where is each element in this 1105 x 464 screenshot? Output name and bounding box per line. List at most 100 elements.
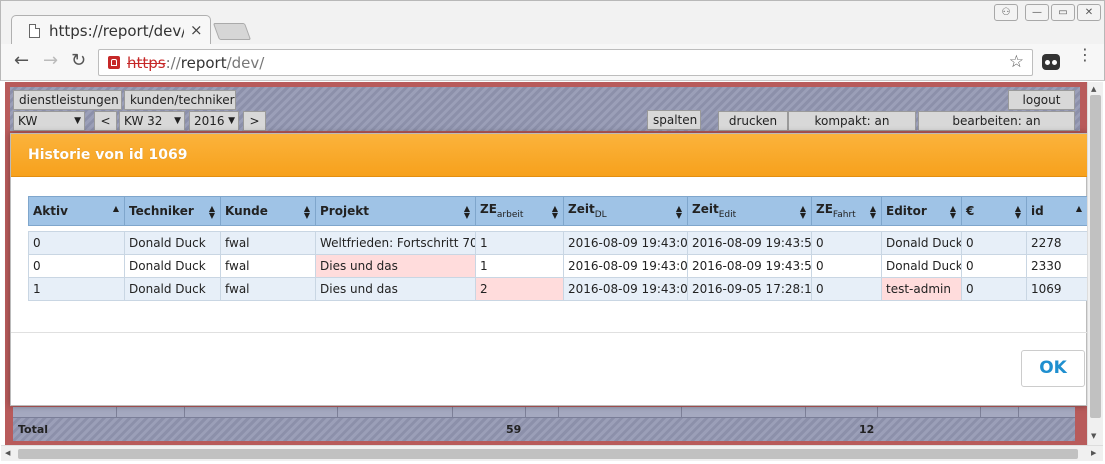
kunden-techniker-button[interactable]: kunden/techniker (124, 90, 236, 110)
year-value: 2016 (194, 114, 225, 128)
underlying-table-rows (13, 407, 1075, 441)
sort-icon: ▲ ▼ (1014, 204, 1021, 220)
browser-tabstrip: https://report/dev/ × ⚇ — ▭ ✕ (0, 0, 1105, 46)
cell-ze-arbeit: 1 (475, 231, 564, 255)
total-row: Total 59 12 (13, 417, 1075, 441)
table-row[interactable]: 1 Donald Duck fwal Dies und das 2 2016-0… (28, 277, 1088, 301)
browser-toolbar: ← → ↻ https://report/dev/ ☆ ⋮ (0, 44, 1105, 81)
column-header-zeit-dl[interactable]: ZeitDL ▲ ▼ (563, 196, 688, 226)
sort-icon: ▲ ▼ (799, 204, 806, 220)
cell-zeit-edit: 2016-09-05 17:28:11 (687, 277, 812, 301)
cell-projekt-changed: Dies und das (315, 254, 476, 278)
ok-button[interactable]: OK (1021, 350, 1085, 387)
cell-zeit-edit: 2016-08-09 19:43:57 (687, 231, 812, 255)
vertical-scroll-thumb[interactable] (1090, 95, 1101, 418)
cell-ze-fahrt: 0 (811, 231, 882, 255)
column-header-euro[interactable]: € ▲ ▼ (961, 196, 1027, 226)
table-row[interactable]: 0 Donald Duck fwal Weltfrieden: Fortschr… (28, 231, 1088, 255)
total-ze-fahrt: 12 (859, 423, 875, 436)
sort-icon: ▲ ▼ (949, 204, 956, 220)
close-tab-icon[interactable]: × (190, 21, 203, 39)
period-select[interactable]: KW ▼ (13, 111, 85, 131)
logout-button[interactable]: logout (1008, 90, 1075, 110)
url-separator: :// (165, 54, 181, 72)
week-value: KW 32 (124, 114, 163, 128)
scroll-down-icon[interactable]: ▼ (1091, 432, 1096, 440)
vertical-scrollbar[interactable]: ▲ ▼ (1087, 82, 1103, 445)
address-bar[interactable]: https://report/dev/ ☆ (98, 49, 1033, 76)
cell-techniker: Donald Duck (124, 231, 221, 255)
column-header-techniker[interactable]: Techniker ▲ ▼ (124, 196, 221, 226)
cell-ze-arbeit-changed: 2 (475, 277, 564, 301)
column-header-ze-arbeit[interactable]: ZEarbeit ▲ ▼ (475, 196, 564, 226)
cell-techniker: Donald Duck (124, 254, 221, 278)
column-header-projekt[interactable]: Projekt ▲ ▼ (315, 196, 476, 226)
column-header-zeit-edit[interactable]: ZeitEdit ▲ ▼ (687, 196, 812, 226)
tab-title: https://report/dev/ (49, 22, 184, 40)
spalten-button[interactable]: spalten (647, 110, 701, 130)
dialog-divider (11, 332, 1088, 333)
previous-week-button[interactable]: < (94, 111, 117, 131)
bearbeiten-toggle[interactable]: bearbeiten: an (918, 111, 1075, 131)
cell-editor: Donald Duck (881, 254, 962, 278)
total-label: Total (18, 423, 49, 436)
user-icon[interactable]: ⚇ (994, 4, 1018, 21)
browser-menu-icon[interactable]: ⋮ (1077, 47, 1093, 63)
cell-aktiv: 0 (28, 254, 125, 278)
scroll-left-icon[interactable]: ◀ (5, 449, 10, 457)
sort-asc-icon: ▲ (1075, 204, 1082, 213)
cell-zeit-edit: 2016-08-09 19:43:57 (687, 254, 812, 278)
horizontal-scrollbar[interactable]: ◀ ▶ (1, 445, 1103, 461)
column-header-ze-fahrt[interactable]: ZEFahrt ▲ ▼ (811, 196, 882, 226)
new-tab-button[interactable] (212, 23, 252, 40)
next-week-button[interactable]: > (243, 111, 266, 131)
forward-arrow-icon[interactable]: → (43, 50, 58, 71)
minimize-button[interactable]: — (1025, 4, 1049, 21)
cell-techniker: Donald Duck (124, 277, 221, 301)
dienstleistungen-button[interactable]: dienstleistungen (13, 90, 122, 110)
week-select[interactable]: KW 32 ▼ (119, 111, 185, 131)
back-arrow-icon[interactable]: ← (14, 50, 29, 71)
sort-icon: ▲ ▼ (463, 204, 470, 220)
scroll-up-icon[interactable]: ▲ (1091, 85, 1096, 93)
column-header-aktiv[interactable]: Aktiv ▲ (28, 196, 125, 226)
sort-icon: ▲ ▼ (551, 204, 558, 220)
maximize-button[interactable]: ▭ (1051, 4, 1075, 21)
year-select[interactable]: 2016 ▼ (189, 111, 239, 131)
cell-euro: 0 (961, 277, 1027, 301)
browser-tab[interactable]: https://report/dev/ × (11, 15, 211, 46)
sort-icon: ▲ ▼ (208, 204, 215, 220)
cell-ze-fahrt: 0 (811, 277, 882, 301)
close-window-button[interactable]: ✕ (1077, 4, 1101, 21)
cell-projekt: Weltfrieden: Fortschritt 70% (315, 231, 476, 255)
cell-zeit-dl: 2016-08-09 19:43:00 (563, 231, 688, 255)
cell-kunde: fwal (220, 254, 316, 278)
cell-id: 2278 (1026, 231, 1088, 255)
cell-euro: 0 (961, 231, 1027, 255)
url-text[interactable]: https://report/dev/ (127, 54, 264, 72)
cell-editor-changed: test-admin (881, 277, 962, 301)
column-header-kunde[interactable]: Kunde ▲ ▼ (220, 196, 316, 226)
drucken-button[interactable]: drucken (718, 111, 788, 131)
period-value: KW (18, 114, 38, 128)
dialog-title: Historie von id 1069 (28, 147, 188, 163)
app-topbar: dienstleistungen kunden/techniker logout… (10, 87, 1080, 131)
extension-icon[interactable] (1042, 54, 1060, 70)
chevron-down-icon: ▼ (228, 116, 235, 126)
total-ze-arbeit: 59 (506, 423, 522, 436)
cell-kunde: fwal (220, 277, 316, 301)
reload-icon[interactable]: ↻ (71, 50, 86, 71)
column-header-id[interactable]: id ▲ (1026, 196, 1088, 226)
bookmark-star-icon[interactable]: ☆ (1009, 52, 1024, 72)
scroll-right-icon[interactable]: ▶ (1091, 449, 1096, 457)
document-icon (29, 24, 40, 38)
insecure-lock-icon[interactable] (108, 56, 120, 69)
cell-ze-fahrt: 0 (811, 254, 882, 278)
column-header-editor[interactable]: Editor ▲ ▼ (881, 196, 962, 226)
sort-icon: ▲ ▼ (869, 204, 876, 220)
table-row[interactable]: 0 Donald Duck fwal Dies und das 1 2016-0… (28, 254, 1088, 278)
cell-ze-arbeit: 1 (475, 254, 564, 278)
kompakt-toggle[interactable]: kompakt: an (788, 111, 916, 131)
cell-zeit-dl: 2016-08-09 19:43:00 (563, 254, 688, 278)
horizontal-scroll-thumb[interactable] (18, 449, 1078, 459)
